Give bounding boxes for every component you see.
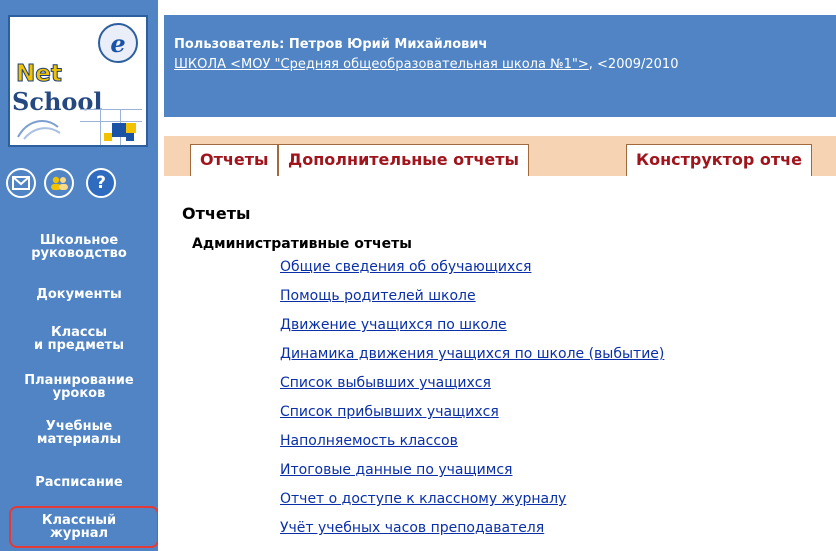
class-journal-highlight bbox=[9, 506, 159, 548]
sidebar-item-lesson-planning[interactable]: Планирование уроков bbox=[0, 374, 158, 400]
school-link[interactable]: ШКОЛА <МОУ "Средняя общеобразовательная … bbox=[174, 57, 589, 72]
report-link[interactable]: Наполняемость классов bbox=[280, 433, 458, 449]
report-link[interactable]: Список выбывших учащихся bbox=[280, 375, 491, 391]
sidebar-item-school-management[interactable]: Школьное руководство bbox=[0, 234, 158, 260]
logo-text-net: Net bbox=[16, 61, 63, 88]
report-link[interactable]: Помощь родителей школе bbox=[280, 288, 476, 304]
report-link[interactable]: Динамика движения учащихся по школе (выб… bbox=[280, 346, 664, 362]
list-item: Итоговые данные по учащимся bbox=[280, 456, 664, 485]
sidebar-item-documents[interactable]: Документы bbox=[0, 288, 158, 301]
users-icon[interactable] bbox=[44, 168, 74, 198]
list-item: Движение учащихся по школе bbox=[280, 311, 664, 340]
list-item: Общие сведения об обучающихся bbox=[280, 253, 664, 282]
sidebar-item-label: материалы bbox=[36, 432, 122, 447]
list-item: Динамика движения учащихся по школе (выб… bbox=[280, 340, 664, 369]
current-user: Пользователь: Петров Юрий Михайлович bbox=[174, 37, 488, 52]
logo-grid-icon bbox=[80, 109, 142, 145]
page-title: Отчеты bbox=[182, 204, 251, 223]
list-item: Список прибывших учащихся bbox=[280, 398, 664, 427]
list-item: Наполняемость классов bbox=[280, 427, 664, 456]
tab-reports[interactable]: Отчеты bbox=[190, 144, 279, 176]
browser-e-icon: e bbox=[98, 23, 138, 63]
list-item: Помощь родителей школе bbox=[280, 282, 664, 311]
tab-report-builder[interactable]: Конструктор отче bbox=[626, 144, 813, 176]
report-link[interactable]: Итоговые данные по учащимся bbox=[280, 462, 512, 478]
sidebar-item-label: и предметы bbox=[34, 338, 124, 353]
report-link[interactable]: Общие сведения об обучающихся bbox=[280, 259, 531, 275]
logo-swirl-icon bbox=[17, 120, 61, 140]
help-icon[interactable]: ? bbox=[86, 168, 116, 198]
school-info: ШКОЛА <МОУ "Средняя общеобразовательная … bbox=[174, 57, 834, 72]
left-sidebar: e Net School ? Школьное руководство Доку… bbox=[0, 0, 159, 551]
sidebar-item-label: уроков bbox=[52, 386, 106, 401]
netschool-logo[interactable]: e Net School bbox=[8, 15, 148, 147]
report-links-list: Общие сведения об обучающихся Помощь род… bbox=[280, 253, 664, 543]
sidebar-item-label: руководство bbox=[31, 246, 127, 261]
mail-icon[interactable] bbox=[6, 168, 36, 198]
list-item: Список выбывших учащихся bbox=[280, 369, 664, 398]
list-item: Учёт учебных часов преподавателя bbox=[280, 514, 664, 543]
report-link[interactable]: Список прибывших учащихся bbox=[280, 404, 499, 420]
sidebar-item-teaching-materials[interactable]: Учебные материалы bbox=[0, 420, 158, 446]
top-header: Пользователь: Петров Юрий Михайлович ШКО… bbox=[164, 15, 836, 117]
sidebar-item-classes-subjects[interactable]: Классы и предметы bbox=[0, 326, 158, 352]
quick-icons-row: ? bbox=[6, 168, 154, 202]
tab-additional-reports[interactable]: Дополнительные отчеты bbox=[278, 144, 530, 176]
tab-bar: Отчеты Дополнительные отчеты Конструктор… bbox=[164, 136, 836, 176]
report-link[interactable]: Учёт учебных часов преподавателя bbox=[280, 520, 544, 536]
section-title: Административные отчеты bbox=[192, 236, 412, 252]
school-year: , <2009/2010 bbox=[588, 57, 679, 72]
report-link[interactable]: Отчет о доступе к классному журналу bbox=[280, 491, 566, 507]
main-content: Отчеты Административные отчеты Общие све… bbox=[164, 176, 836, 551]
sidebar-item-label: Документы bbox=[36, 287, 122, 302]
sidebar-item-schedule[interactable]: Расписание bbox=[0, 476, 158, 489]
sidebar-item-label: Расписание bbox=[35, 475, 123, 490]
list-item: Отчет о доступе к классному журналу bbox=[280, 485, 664, 514]
report-link[interactable]: Движение учащихся по школе bbox=[280, 317, 507, 333]
